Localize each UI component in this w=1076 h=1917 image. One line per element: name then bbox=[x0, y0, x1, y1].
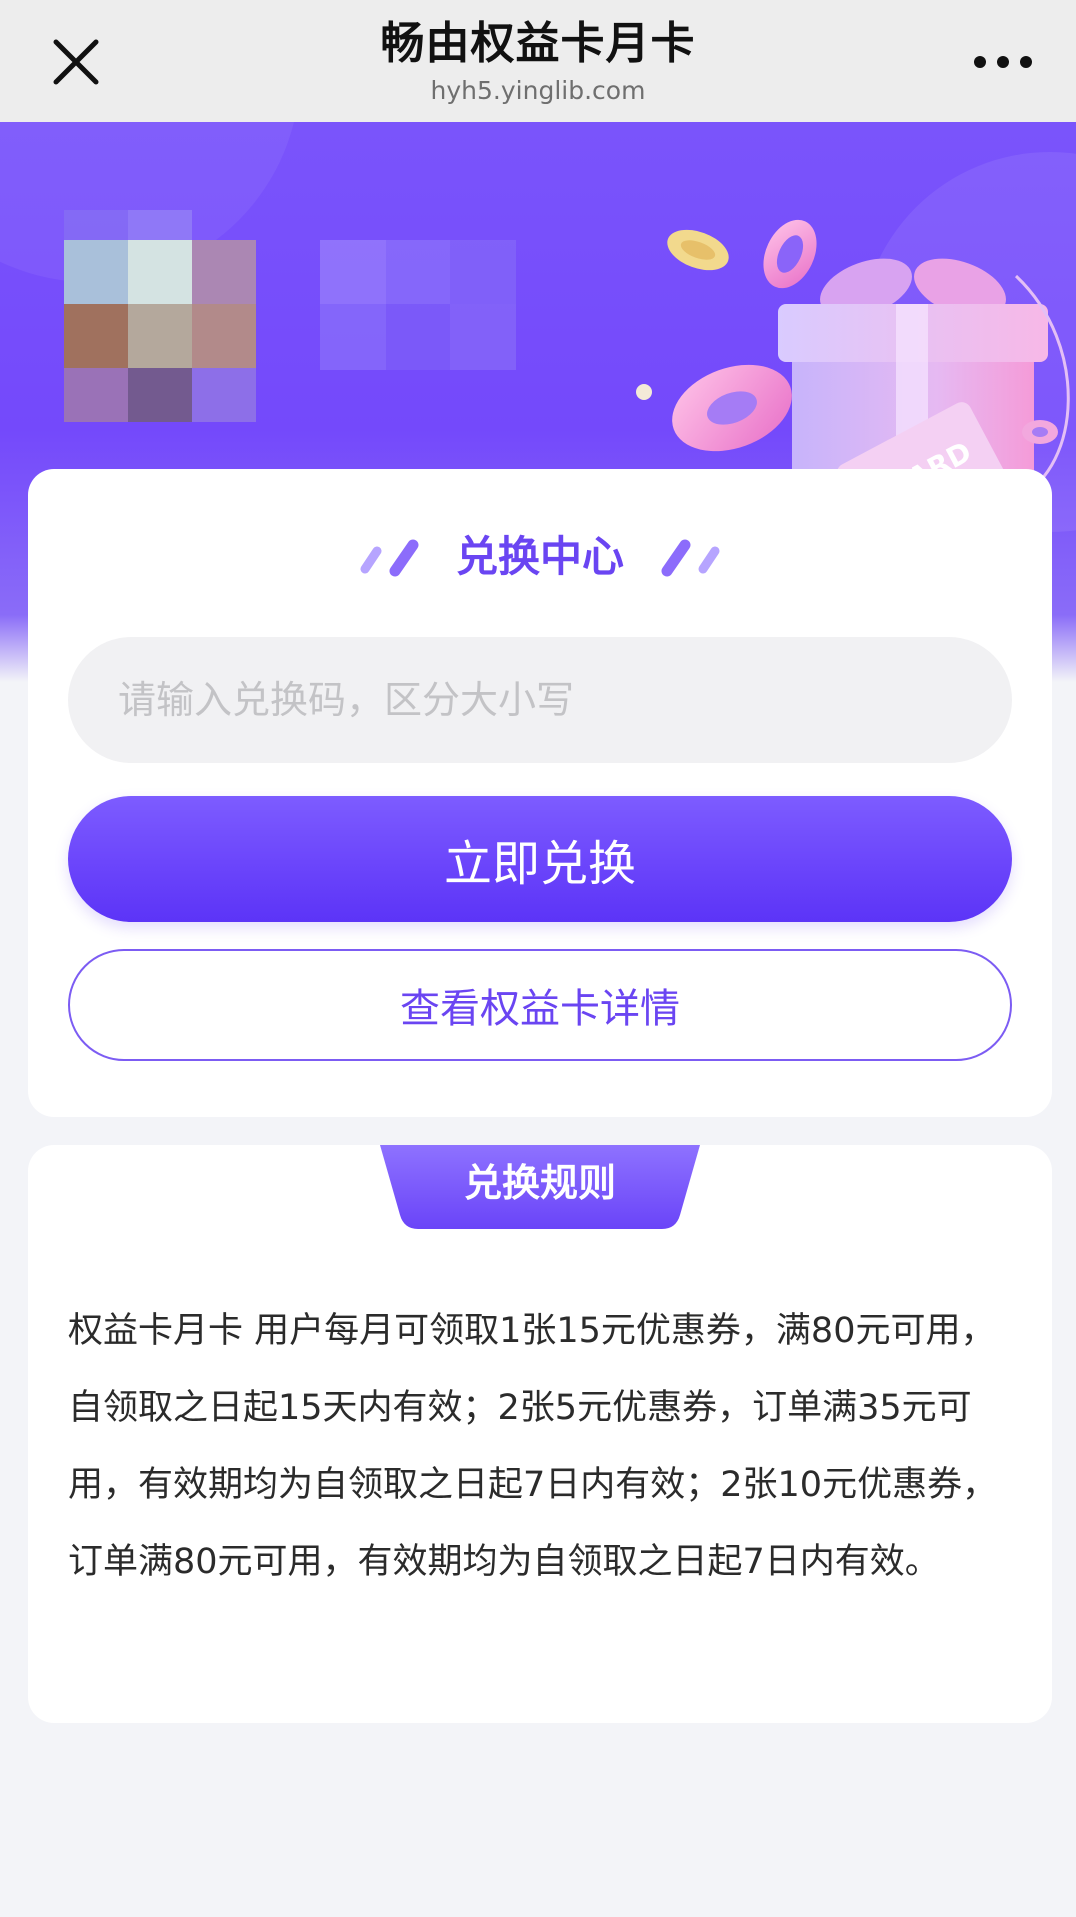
top-navbar: 畅由权益卡月卡 hyh5.yinglib.com bbox=[0, 0, 1076, 123]
username-mosaic bbox=[320, 240, 516, 370]
rules-description: 权益卡月卡 用户每月可领取1张15元优惠券，满80元可用，自领取之日起15天内有… bbox=[68, 1311, 998, 1582]
redeem-now-button[interactable]: 立即兑换 bbox=[68, 796, 1012, 922]
decor-slash-icon bbox=[661, 539, 720, 577]
decor-slash-icon bbox=[360, 539, 419, 577]
rules-title-tab: 兑换规则 bbox=[380, 1145, 700, 1229]
redeem-section-header: 兑换中心 bbox=[28, 529, 1052, 585]
redeem-code-input[interactable] bbox=[68, 637, 1012, 763]
avatar-mosaic bbox=[64, 210, 256, 422]
rules-title: 兑换规则 bbox=[463, 1161, 616, 1205]
redeem-card: 兑换中心 立即兑换 查看权益卡详情 bbox=[28, 469, 1052, 1117]
close-icon[interactable] bbox=[48, 34, 104, 90]
page-url: hyh5.yinglib.com bbox=[430, 76, 646, 105]
page-title: 畅由权益卡月卡 bbox=[380, 18, 696, 69]
more-icon[interactable] bbox=[970, 40, 1036, 84]
view-card-details-button[interactable]: 查看权益卡详情 bbox=[68, 949, 1012, 1061]
nav-title-block: 畅由权益卡月卡 hyh5.yinglib.com bbox=[238, 16, 838, 108]
section-title: 兑换中心 bbox=[455, 532, 624, 581]
rules-card: 兑换规则 权益卡月卡 用户每月可领取1张15元优惠券，满80元可用，自领取之日起… bbox=[28, 1145, 1052, 1723]
